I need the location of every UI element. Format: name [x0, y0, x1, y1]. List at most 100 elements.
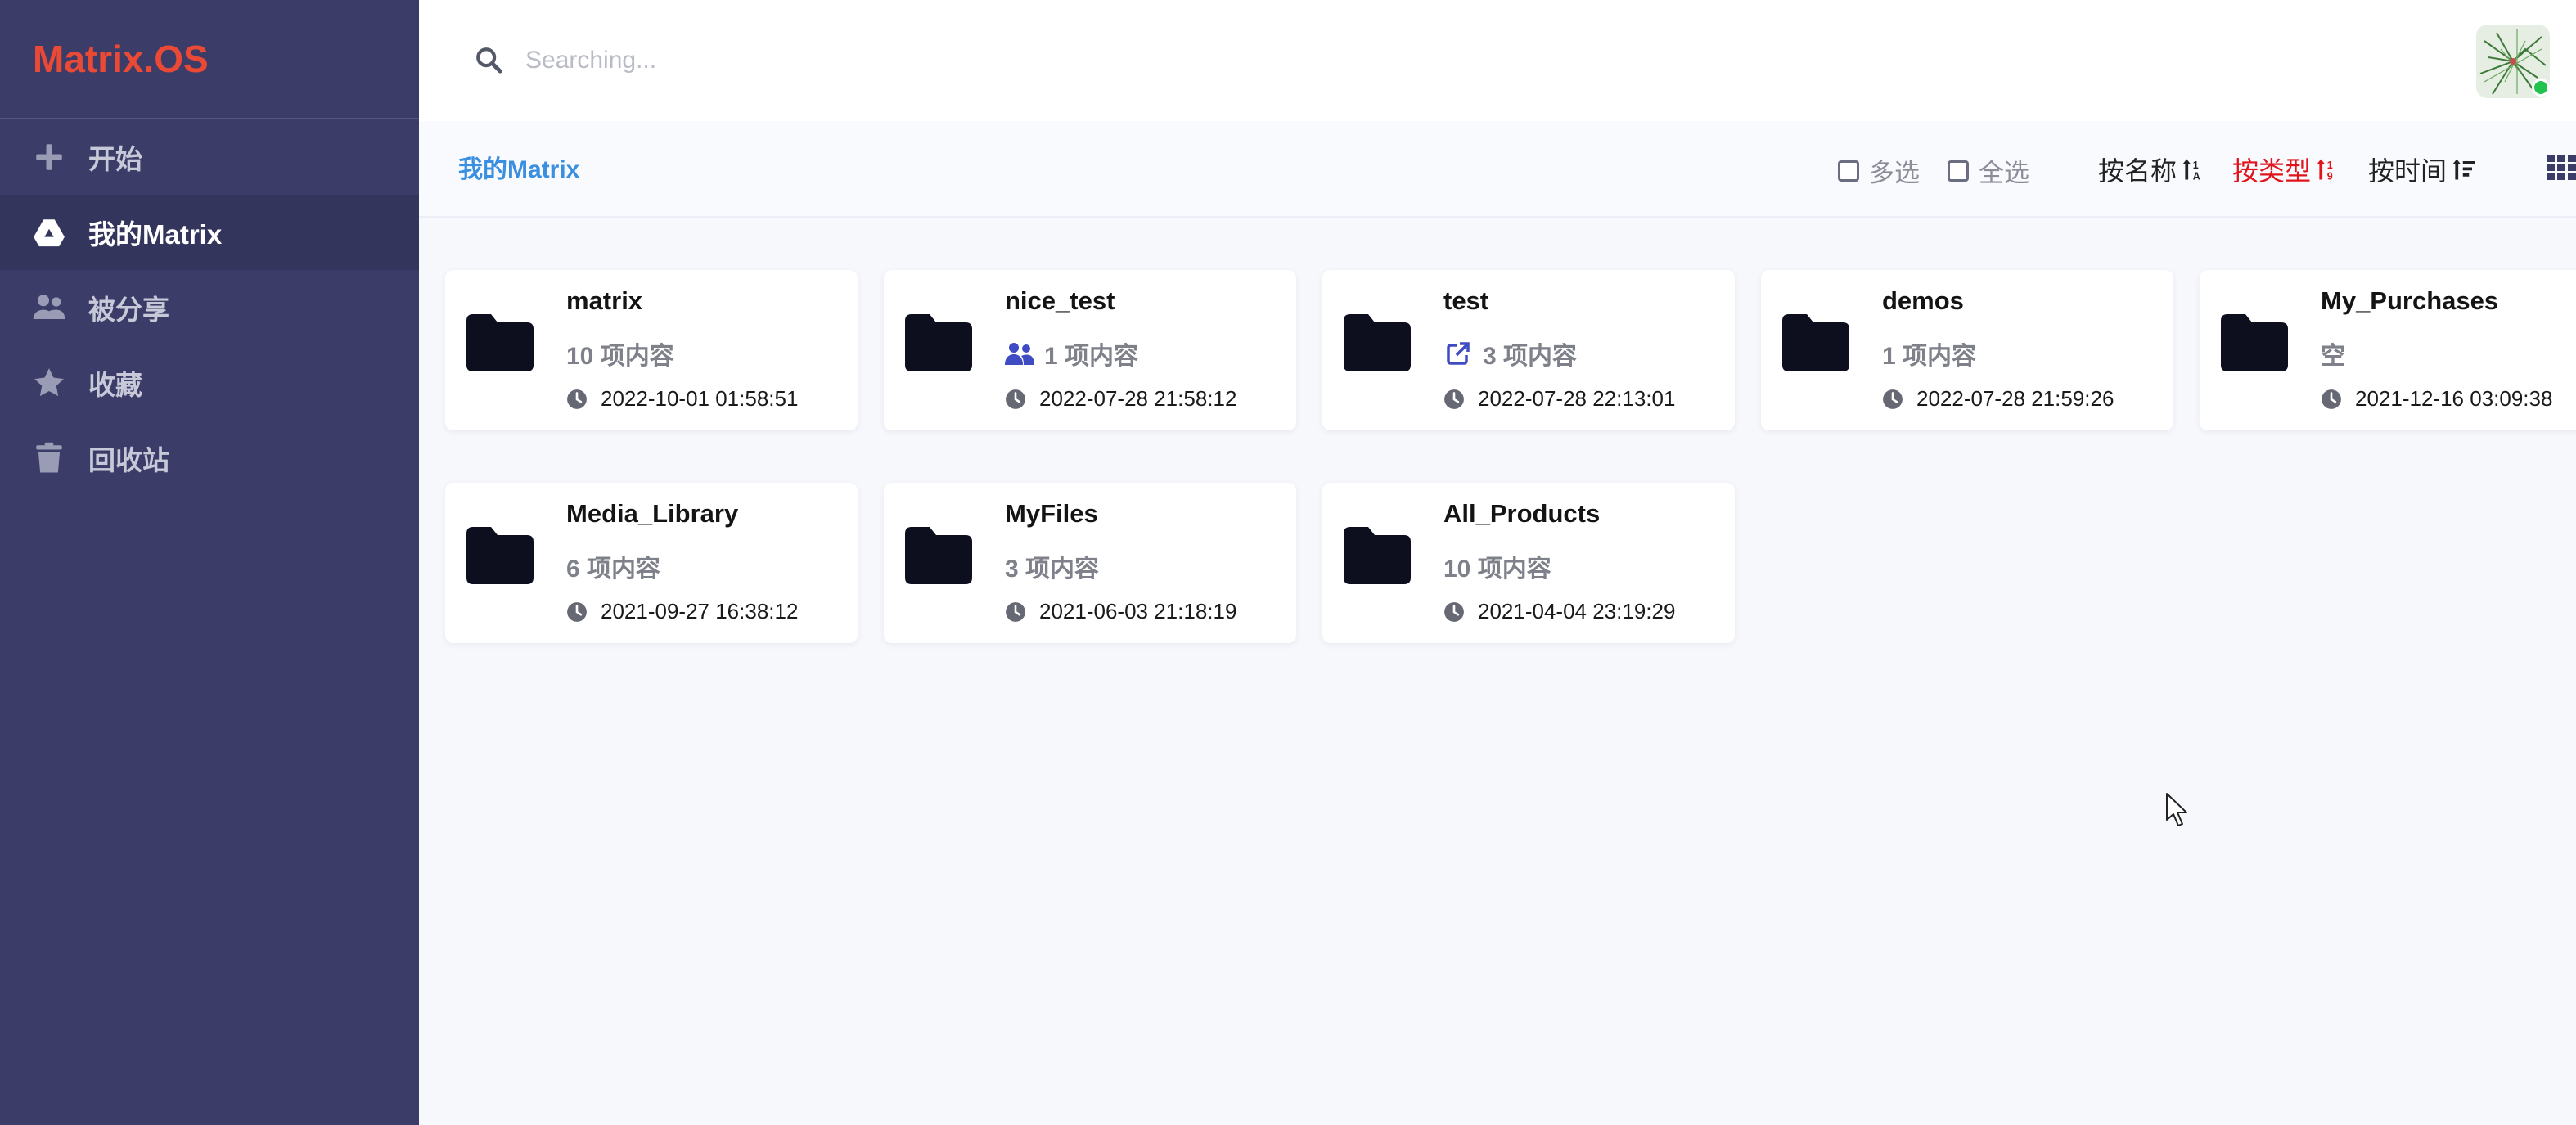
select-all-checkbox[interactable]: 全选 [1948, 152, 2029, 189]
checkbox-icon [1948, 160, 1969, 182]
sidebar-item-label: 被分享 [88, 295, 169, 325]
breadcrumb[interactable]: 我的Matrix [458, 149, 579, 185]
svg-text:9: 9 [2327, 171, 2333, 182]
search-icon [476, 47, 502, 74]
folder-modified-time: 2022-07-28 22:13:01 [1443, 386, 1675, 412]
folder-item-count: 6 项内容 [566, 548, 660, 584]
folder-modified-time-text: 2021-04-04 23:19:29 [1478, 599, 1676, 623]
trash-icon [29, 439, 69, 478]
folder-icon [905, 527, 972, 584]
select-all-label: 全选 [1979, 159, 2029, 187]
svg-text:1: 1 [2327, 160, 2333, 171]
folder-name: matrix [566, 286, 643, 315]
folder-card[interactable]: test 3 项内容 2022-07-28 22:13:01 [1322, 270, 1735, 430]
sort-alpha-icon: 1 A [2182, 159, 2200, 182]
sort-by-time-label: 按时间 [2368, 156, 2448, 186]
folder-icon [466, 314, 534, 371]
folder-name: All_Products [1443, 499, 1601, 528]
folder-item-count: 3 项内容 [1443, 335, 1577, 371]
grid-view-icon[interactable] [2547, 155, 2576, 180]
sort-by-name-label: 按名称 [2098, 156, 2177, 186]
folder-modified-time-text: 2022-07-28 21:58:12 [1039, 386, 1237, 411]
folder-name: MyFiles [1005, 499, 1098, 528]
folder-icon [2221, 314, 2288, 371]
folder-name: Media_Library [566, 499, 739, 528]
folder-icon [1782, 314, 1849, 371]
folder-name: test [1443, 286, 1489, 315]
app-logo[interactable]: Matrix.OS [0, 0, 419, 119]
folder-item-count-text: 空 [2321, 343, 2345, 370]
multi-select-label: 多选 [1869, 159, 1920, 187]
folder-item-count-text: 10 项内容 [566, 343, 674, 370]
folder-card[interactable]: nice_test 1 项内容 2022-07-28 21:58:12 [884, 270, 1296, 430]
sort-by-time-button[interactable]: 按时间 [2368, 151, 2476, 188]
folder-modified-time-text: 2021-09-27 16:38:12 [601, 599, 799, 623]
online-status-dot [2532, 79, 2550, 97]
checkbox-icon [1838, 160, 1859, 182]
folder-modified-time-text: 2022-07-28 22:13:01 [1478, 386, 1676, 411]
clock-icon [1005, 601, 1039, 623]
folder-modified-time: 2022-07-28 21:59:26 [1882, 386, 2114, 412]
sort-by-name-button[interactable]: 按名称 1 A [2098, 151, 2206, 188]
folder-card[interactable]: demos 1 项内容 2022-07-28 21:59:26 [1761, 270, 2173, 430]
folder-icon [466, 527, 534, 584]
clock-icon [566, 601, 601, 623]
star-icon [29, 363, 69, 403]
sidebar-item-favorites[interactable]: 收藏 [0, 345, 419, 421]
drive-icon [29, 213, 69, 252]
sidebar-item-shared[interactable]: 被分享 [0, 270, 419, 345]
folder-item-count: 10 项内容 [566, 335, 674, 371]
sidebar-item-label: 开始 [88, 144, 142, 174]
folder-card[interactable]: My_Purchases 空 2021-12-16 03:09:38 [2200, 270, 2576, 430]
clock-icon [566, 389, 601, 410]
folder-item-count-text: 1 项内容 [1882, 343, 1977, 370]
top-bar [419, 0, 2576, 121]
shared-users-icon [1005, 341, 1044, 366]
sidebar: Matrix.OS 开始 我的Matrix 被分享 收藏 回收站 [0, 0, 419, 1125]
sidebar-item-start[interactable]: 开始 [0, 119, 419, 195]
folder-card[interactable]: All_Products 10 项内容 2021-04-04 23:19:29 [1322, 483, 1735, 643]
sort-by-type-button[interactable]: 按类型 1 9 [2232, 151, 2340, 188]
clock-icon [1443, 389, 1478, 410]
sort-amount-icon [2452, 159, 2475, 180]
folder-modified-time: 2021-12-16 03:09:38 [2321, 386, 2552, 412]
folder-modified-time: 2021-09-27 16:38:12 [566, 599, 798, 624]
external-link-icon [1443, 341, 1483, 366]
folder-modified-time-text: 2022-07-28 21:59:26 [1916, 386, 2114, 411]
folder-card[interactable]: matrix 10 项内容 2022-10-01 01:58:51 [445, 270, 858, 430]
folder-item-count: 1 项内容 [1005, 335, 1138, 371]
folder-name: demos [1882, 286, 1964, 315]
plus-icon [29, 137, 69, 177]
folder-item-count-text: 6 项内容 [566, 556, 661, 583]
clock-icon [2321, 389, 2355, 410]
folder-item-count-text: 3 项内容 [1005, 556, 1100, 583]
folder-modified-time-text: 2021-06-03 21:18:19 [1039, 599, 1237, 623]
folder-item-count: 10 项内容 [1443, 548, 1551, 584]
folder-card[interactable]: Media_Library 6 项内容 2021-09-27 16:38:12 [445, 483, 858, 643]
clock-icon [1882, 389, 1916, 410]
folder-item-count-text: 10 项内容 [1443, 556, 1551, 583]
toolbar: 我的Matrix 多选 全选 按名称 1 A 按类型 1 9 按时间 [419, 121, 2576, 218]
sort-by-type-label: 按类型 [2232, 156, 2312, 186]
search-input[interactable] [525, 36, 1507, 85]
users-icon [29, 288, 69, 327]
sidebar-item-my-matrix[interactable]: 我的Matrix [0, 195, 419, 270]
mouse-cursor-icon [2166, 793, 2187, 826]
folder-modified-time-text: 2022-10-01 01:58:51 [601, 386, 799, 411]
folder-item-count: 1 项内容 [1882, 335, 1976, 371]
multi-select-checkbox[interactable]: 多选 [1838, 152, 1920, 189]
sidebar-item-label: 回收站 [88, 445, 169, 475]
folder-modified-time: 2021-06-03 21:18:19 [1005, 599, 1236, 624]
sidebar-item-trash[interactable]: 回收站 [0, 421, 419, 496]
sidebar-item-label: 收藏 [88, 370, 142, 400]
folder-icon [905, 314, 972, 371]
folder-modified-time-text: 2021-12-16 03:09:38 [2355, 386, 2553, 411]
clock-icon [1005, 389, 1039, 410]
folder-icon [1344, 314, 1411, 371]
sidebar-item-label: 我的Matrix [88, 219, 223, 250]
folder-card[interactable]: MyFiles 3 项内容 2021-06-03 21:18:19 [884, 483, 1296, 643]
folder-modified-time: 2021-04-04 23:19:29 [1443, 599, 1675, 624]
folder-item-count-text: 3 项内容 [1483, 343, 1578, 370]
folder-icon [1344, 527, 1411, 584]
folder-modified-time: 2022-07-28 21:58:12 [1005, 386, 1236, 412]
